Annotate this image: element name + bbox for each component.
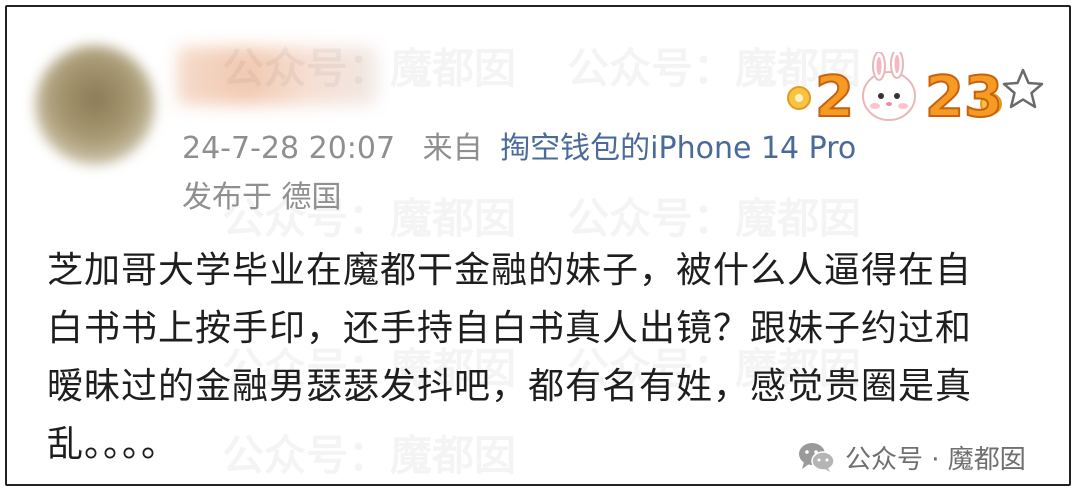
account-footer: 公众号 · 魔都囡 — [797, 439, 1026, 475]
source-prefix: 来自 — [422, 131, 483, 166]
watermark: 公众号：魔都囡 — [567, 185, 861, 246]
wechat-icon — [799, 443, 835, 472]
account-name: 公众号 · 魔都囡 — [845, 444, 1026, 475]
post-location: 发布于 德国 — [182, 180, 342, 215]
post-timestamp: 24-7-28 20:07 — [182, 131, 396, 166]
star-outline-icon[interactable] — [1001, 67, 1045, 111]
year-2023-rabbit-badge-icon: 2 23 — [787, 52, 1004, 131]
content-line: 白书书上按手印，还手持自白书真人出镜？跟妹子约过和 — [47, 308, 973, 349]
username-blurred[interactable] — [177, 47, 377, 105]
content-line: 芝加哥大学毕业在魔都干金融的妹子，被什么人逼得在自 — [47, 250, 973, 291]
avatar[interactable] — [35, 45, 155, 165]
svg-text:2: 2 — [815, 65, 854, 130]
svg-text:23: 23 — [925, 65, 1003, 130]
source-device-link[interactable]: 掏空钱包的iPhone 14 Pro — [500, 131, 856, 166]
content-line: 暧昧过的金融男瑟瑟发抖吧，都有名有姓，感觉贵圈是真 — [47, 366, 973, 407]
weibo-post-card: 公众号：魔都囡 公众号：魔都囡 公众号：魔都囡 公众号：魔都囡 公众号：魔都囡 … — [5, 5, 1071, 486]
post-meta: 24-7-28 20:07 来自 掏空钱包的iPhone 14 Pro — [182, 123, 856, 167]
